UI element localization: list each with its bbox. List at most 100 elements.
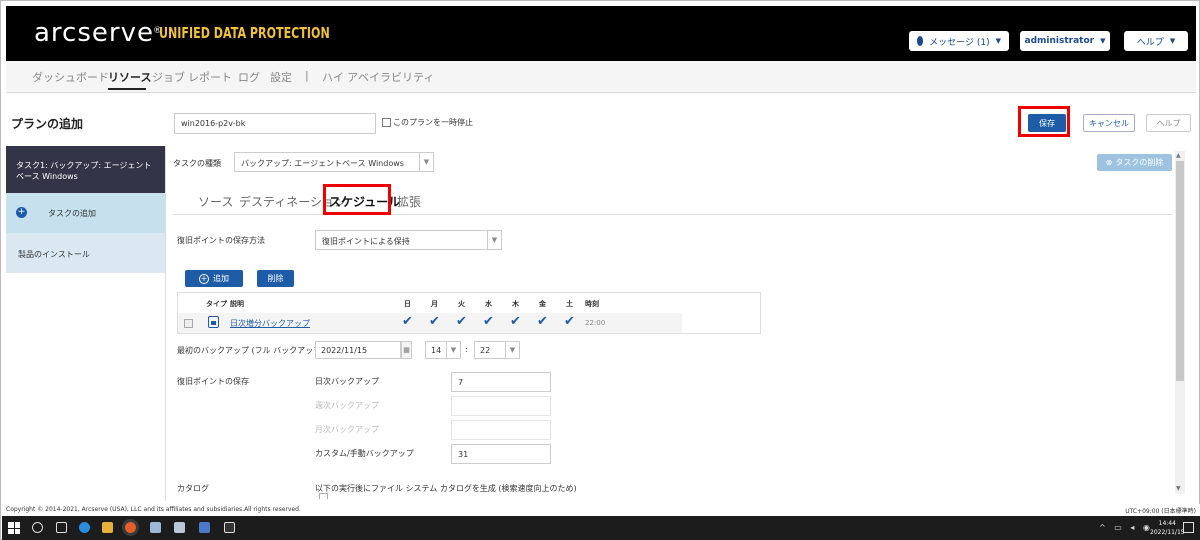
row-checkbox[interactable]	[184, 319, 193, 328]
scroll-down-icon[interactable]: ▼	[1176, 485, 1181, 492]
scroll-up-icon[interactable]: ▲	[1176, 152, 1181, 159]
check-icon: ✔	[402, 314, 413, 329]
nav-reports[interactable]: レポート	[188, 69, 232, 85]
clock-time: 14:44	[1158, 520, 1176, 527]
catalog-description: 以下の実行後にファイル システム カタログを生成 (検索速度向上のため)	[315, 484, 577, 493]
check-icon: ✔	[483, 314, 494, 329]
chevron-down-icon: ▼	[446, 342, 460, 358]
app-icon-1[interactable]	[150, 522, 161, 533]
plus-icon: +	[16, 207, 27, 218]
check-icon: ✔	[564, 314, 575, 329]
windows-start-icon[interactable]	[8, 522, 20, 534]
terminal-icon[interactable]	[224, 522, 235, 533]
page-title: プランの追加	[11, 117, 84, 131]
nav-high-availability[interactable]: ハイ アベイラビリティ	[322, 69, 434, 85]
cancel-button[interactable]: キャンセル	[1083, 114, 1135, 132]
col-thu: 木	[512, 300, 519, 308]
chevron-down-icon: ▼	[487, 231, 501, 249]
app-icon-3[interactable]	[199, 522, 210, 533]
nav-resources[interactable]: リソース	[108, 69, 151, 85]
first-backup-label: 最初のバックアップ (フル バックアップ)	[177, 346, 325, 355]
chevron-down-icon: ▼	[995, 37, 1001, 45]
col-time: 時刻	[585, 300, 599, 308]
timezone-text: UTC+09:00 (日本標準時)	[1125, 508, 1196, 515]
daily-backup-label: 日次バックアップ	[315, 377, 379, 386]
nav-settings[interactable]: 設定	[270, 69, 292, 85]
pause-plan-checkbox[interactable]	[382, 118, 391, 127]
retention-method-value: 復旧ポイントによる保持	[322, 237, 410, 246]
time-separator: :	[465, 345, 468, 354]
nav-jobs[interactable]: ジョブ	[152, 69, 185, 85]
calendar-icon[interactable]: ▦	[401, 341, 412, 359]
custom-backup-label: カスタム/手動バックアップ	[315, 449, 414, 458]
tab-advanced[interactable]: 拡張	[397, 193, 421, 210]
nav-logs[interactable]: ログ	[238, 69, 260, 85]
chevron-down-icon: ▼	[505, 342, 519, 358]
user-menu-button[interactable]: administrator ▼	[1020, 31, 1110, 51]
nav-dashboard[interactable]: ダッシュボード	[32, 69, 109, 85]
edge-browser-icon[interactable]	[79, 522, 90, 533]
check-icon: ✔	[510, 314, 521, 329]
messages-button[interactable]: メッセージ (1) ▼	[909, 31, 1009, 51]
col-mon: 月	[431, 300, 438, 308]
catalog-checkbox[interactable]	[319, 493, 328, 499]
monthly-backup-input[interactable]	[451, 420, 551, 440]
check-icon: ✔	[429, 314, 440, 329]
daily-backup-input[interactable]: 7	[451, 372, 551, 392]
help-menu-button[interactable]: ヘルプ ▼	[1124, 31, 1188, 51]
task-type-select[interactable]: バックアップ: エージェントベース Windows ▼	[234, 152, 434, 172]
copyright-text: Copyright © 2014-2021, Arcserve (USA), L…	[6, 506, 301, 513]
scrollbar-thumb[interactable]	[1176, 161, 1184, 381]
user-label: administrator	[1024, 36, 1095, 46]
search-icon[interactable]	[32, 522, 43, 533]
sidebar-item-task1[interactable]: タスク1: バックアップ: エージェントベース Windows	[6, 146, 165, 193]
pause-plan-label: このプランを一時停止	[393, 118, 473, 127]
plan-name-input[interactable]: win2016-p2v-bk	[174, 113, 376, 134]
sidebar-divider	[165, 146, 166, 501]
first-backup-hour-select[interactable]: 14 ▼	[425, 341, 461, 359]
chevron-down-icon: ▼	[1100, 37, 1106, 45]
monthly-backup-label: 月次バックアップ	[315, 425, 379, 434]
catalog-label: カタログ	[177, 484, 209, 493]
first-backup-date-input[interactable]: 2022/11/15	[315, 341, 401, 359]
custom-backup-input[interactable]: 31	[451, 444, 551, 464]
task-type-label: タスクの種類	[173, 159, 221, 168]
sidebar-item-install[interactable]: 製品のインストール	[6, 233, 165, 273]
add-schedule-button[interactable]: + 追加	[185, 270, 243, 287]
backup-schedule-icon	[208, 316, 219, 328]
table-row[interactable]: 日次増分バックアップ ✔ ✔ ✔ ✔ ✔ ✔ ✔ 22:00	[178, 313, 682, 333]
notification-icon[interactable]	[1183, 522, 1194, 533]
col-tue: 火	[458, 300, 465, 308]
check-icon: ✔	[456, 314, 467, 329]
row-time: 22:00	[585, 319, 606, 327]
nav-separator: |	[305, 69, 309, 82]
tab-source[interactable]: ソース	[198, 193, 233, 210]
app-icon-2[interactable]	[174, 522, 185, 533]
page-footer: Copyright © 2014-2021, Arcserve (USA), L…	[2, 504, 1200, 516]
close-circle-icon: ⊗	[1105, 158, 1113, 167]
sidebar-item-add-task[interactable]: + タスクの追加	[6, 193, 165, 233]
taskbar-clock[interactable]: 14:44 2022/11/15	[1150, 519, 1185, 537]
col-sun: 日	[404, 300, 411, 308]
retention-method-select[interactable]: 復旧ポイントによる保持 ▼	[315, 230, 502, 250]
delete-task-button[interactable]: ⊗ タスクの削除	[1097, 154, 1172, 171]
hour-value: 14	[431, 346, 442, 355]
check-icon: ✔	[537, 314, 548, 329]
system-tray-icons[interactable]: ^ ▭ ◂ ◉	[1099, 523, 1153, 532]
weekly-backup-label: 週次バックアップ	[315, 401, 379, 410]
schedule-tab-highlight-box	[323, 184, 391, 215]
task-view-icon[interactable]	[56, 522, 67, 533]
first-backup-minute-select[interactable]: 22 ▼	[474, 341, 520, 359]
app-window: arcserve ® UNIFIED DATA PROTECTION メッセージ…	[0, 0, 1200, 540]
delete-schedule-button[interactable]: 削除	[257, 270, 294, 287]
col-fri: 金	[539, 300, 546, 308]
active-nav-indicator	[108, 88, 146, 90]
weekly-backup-input[interactable]	[451, 396, 551, 416]
firefox-icon[interactable]	[125, 522, 136, 533]
add-schedule-label: 追加	[213, 274, 229, 283]
delete-task-label: タスクの削除	[1115, 158, 1164, 167]
help-button[interactable]: ヘルプ	[1146, 114, 1191, 132]
row-description-link[interactable]: 日次増分バックアップ	[230, 318, 310, 329]
file-explorer-icon[interactable]	[102, 522, 113, 533]
chevron-down-icon: ▼	[1169, 37, 1176, 45]
